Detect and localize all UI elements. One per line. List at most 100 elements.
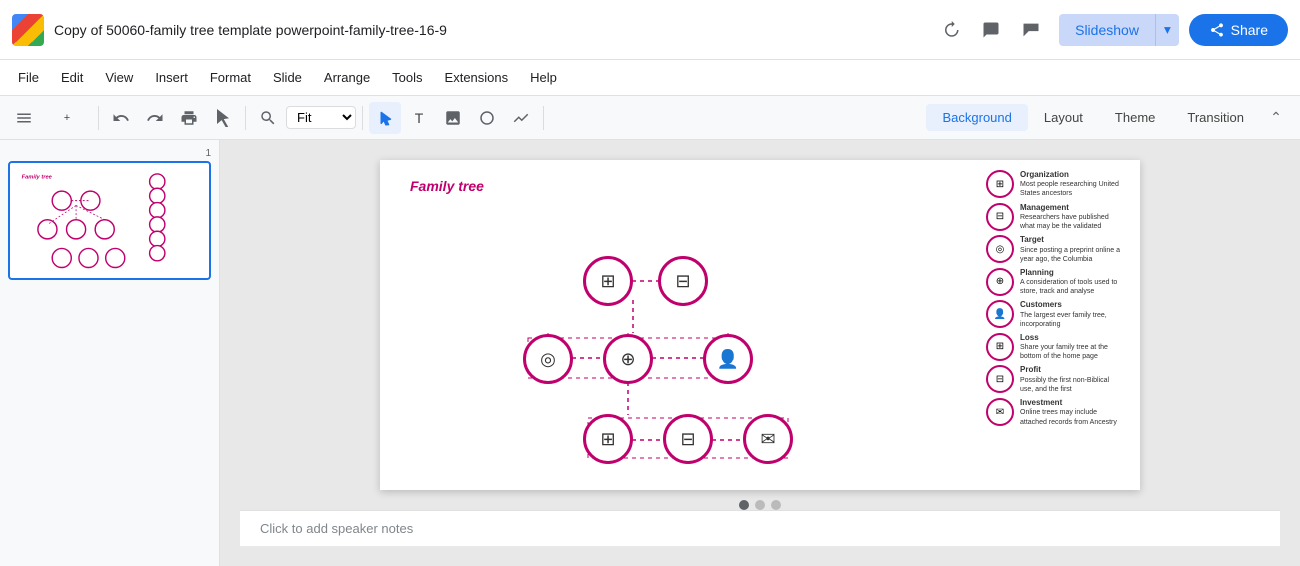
legend-circle-5: ⊞ bbox=[986, 333, 1014, 361]
node-5[interactable]: 👤 bbox=[703, 334, 753, 384]
speaker-notes-placeholder: Click to add speaker notes bbox=[260, 521, 413, 536]
menu-item-help[interactable]: Help bbox=[520, 66, 567, 89]
divider-1 bbox=[98, 106, 99, 130]
legend: ⊞ Organization Most people researching U… bbox=[986, 170, 1120, 427]
shape-tool[interactable] bbox=[471, 102, 503, 134]
svg-text:Family tree: Family tree bbox=[22, 175, 53, 181]
tab-layout[interactable]: Layout bbox=[1028, 104, 1099, 131]
node-6[interactable]: ⊞ bbox=[583, 414, 633, 464]
title-icons bbox=[935, 14, 1047, 46]
legend-text-5: Loss Share your family tree at the botto… bbox=[1020, 333, 1120, 362]
node-4[interactable]: ⊕ bbox=[603, 334, 653, 384]
slide-number: 1 bbox=[8, 148, 211, 159]
legend-circle-1: ⊟ bbox=[986, 203, 1014, 231]
slideshow-dropdown-button[interactable]: ▾ bbox=[1155, 14, 1179, 46]
legend-item-5: ⊞ Loss Share your family tree at the bot… bbox=[986, 333, 1120, 362]
divider-3 bbox=[362, 106, 363, 130]
menu-item-arrange[interactable]: Arrange bbox=[314, 66, 380, 89]
node-7-icon: ⊟ bbox=[680, 429, 695, 450]
node-6-icon: ⊞ bbox=[600, 429, 615, 450]
share-label: Share bbox=[1231, 22, 1268, 38]
node-7[interactable]: ⊟ bbox=[663, 414, 713, 464]
slideshow-button[interactable]: Slideshow bbox=[1059, 14, 1155, 46]
tab-transition[interactable]: Transition bbox=[1171, 104, 1260, 131]
slide-thumb-inner: Family tree bbox=[14, 167, 205, 274]
node-3-icon: ◎ bbox=[540, 349, 556, 370]
legend-circle-0: ⊞ bbox=[986, 170, 1014, 198]
indicator-dot-3[interactable] bbox=[771, 500, 781, 510]
new-slide-button[interactable]: + bbox=[42, 102, 92, 134]
legend-text-7: Investment Online trees may include atta… bbox=[1020, 398, 1120, 427]
menu-button[interactable] bbox=[8, 102, 40, 134]
collapse-panel-button[interactable]: ⌃ bbox=[1260, 102, 1292, 134]
legend-circle-7: ✉ bbox=[986, 398, 1014, 426]
legend-text-2: Target Since posting a preprint online a… bbox=[1020, 235, 1120, 264]
node-4-icon: ⊕ bbox=[620, 349, 635, 370]
slide-indicators bbox=[739, 500, 781, 510]
node-8-icon: ✉ bbox=[760, 429, 775, 450]
view-tabs: Background Layout Theme Transition ⌃ bbox=[926, 102, 1292, 134]
text-tool[interactable]: T bbox=[403, 102, 435, 134]
speaker-notes[interactable]: Click to add speaker notes bbox=[240, 510, 1280, 546]
main-area: 1 Family tree bbox=[0, 140, 1300, 566]
canvas-area: Family tree ⊞ ⊟ ◎ ⊕ 👤 ⊞ bbox=[220, 140, 1300, 566]
legend-circle-4: 👤 bbox=[986, 300, 1014, 328]
tab-background[interactable]: Background bbox=[926, 104, 1027, 131]
menu-item-extensions[interactable]: Extensions bbox=[435, 66, 519, 89]
print-button[interactable] bbox=[173, 102, 205, 134]
slide-canvas: Family tree ⊞ ⊟ ◎ ⊕ 👤 ⊞ bbox=[380, 160, 1140, 490]
legend-circle-2: ◎ bbox=[986, 235, 1014, 263]
legend-item-1: ⊟ Management Researchers have published … bbox=[986, 203, 1120, 232]
comment-button[interactable] bbox=[975, 14, 1007, 46]
legend-text-6: Profit Possibly the first non-Biblical u… bbox=[1020, 365, 1120, 394]
node-8[interactable]: ✉ bbox=[743, 414, 793, 464]
divider-4 bbox=[543, 106, 544, 130]
menu-item-insert[interactable]: Insert bbox=[145, 66, 198, 89]
legend-text-3: Planning A consideration of tools used t… bbox=[1020, 268, 1120, 297]
line-tool[interactable] bbox=[505, 102, 537, 134]
present-button[interactable] bbox=[1015, 14, 1047, 46]
legend-item-6: ⊟ Profit Possibly the first non-Biblical… bbox=[986, 365, 1120, 394]
menu-bar: FileEditViewInsertFormatSlideArrangeTool… bbox=[0, 60, 1300, 96]
legend-item-2: ◎ Target Since posting a preprint online… bbox=[986, 235, 1120, 264]
slides-panel: 1 Family tree bbox=[0, 140, 220, 566]
indicator-dot-1[interactable] bbox=[739, 500, 749, 510]
node-2[interactable]: ⊟ bbox=[658, 256, 708, 306]
slide-thumbnail-1[interactable]: Family tree bbox=[8, 161, 211, 280]
menu-item-format[interactable]: Format bbox=[200, 66, 261, 89]
legend-item-0: ⊞ Organization Most people researching U… bbox=[986, 170, 1120, 199]
legend-circle-3: ⊕ bbox=[986, 268, 1014, 296]
redo-button[interactable] bbox=[139, 102, 171, 134]
node-2-icon: ⊟ bbox=[675, 271, 690, 292]
legend-circle-6: ⊟ bbox=[986, 365, 1014, 393]
menu-item-file[interactable]: File bbox=[8, 66, 49, 89]
node-5-icon: 👤 bbox=[717, 349, 739, 370]
title-bar: Copy of 50060-family tree template power… bbox=[0, 0, 1300, 60]
menu-item-view[interactable]: View bbox=[95, 66, 143, 89]
menu-item-tools[interactable]: Tools bbox=[382, 66, 432, 89]
node-3[interactable]: ◎ bbox=[523, 334, 573, 384]
doc-title: Copy of 50060-family tree template power… bbox=[54, 22, 935, 38]
cursor-button[interactable] bbox=[207, 102, 239, 134]
history-button[interactable] bbox=[935, 14, 967, 46]
legend-item-3: ⊕ Planning A consideration of tools used… bbox=[986, 268, 1120, 297]
legend-text-1: Management Researchers have published wh… bbox=[1020, 203, 1120, 232]
node-1-icon: ⊞ bbox=[600, 271, 615, 292]
cursor-tool[interactable] bbox=[369, 102, 401, 134]
node-1[interactable]: ⊞ bbox=[583, 256, 633, 306]
legend-text-4: Customers The largest ever family tree, … bbox=[1020, 300, 1120, 329]
menu-item-edit[interactable]: Edit bbox=[51, 66, 93, 89]
undo-button[interactable] bbox=[105, 102, 137, 134]
google-logo bbox=[12, 14, 44, 46]
zoom-button[interactable] bbox=[252, 102, 284, 134]
indicator-dot-2[interactable] bbox=[755, 500, 765, 510]
menu-item-slide[interactable]: Slide bbox=[263, 66, 312, 89]
zoom-select[interactable]: Fit bbox=[286, 106, 356, 129]
legend-item-7: ✉ Investment Online trees may include at… bbox=[986, 398, 1120, 427]
slide-title: Family tree bbox=[410, 178, 484, 194]
image-tool[interactable] bbox=[437, 102, 469, 134]
toolbar: + Fit T Background Layout Theme Transiti… bbox=[0, 96, 1300, 140]
tab-theme[interactable]: Theme bbox=[1099, 104, 1171, 131]
share-button[interactable]: Share bbox=[1189, 14, 1288, 46]
divider-2 bbox=[245, 106, 246, 130]
